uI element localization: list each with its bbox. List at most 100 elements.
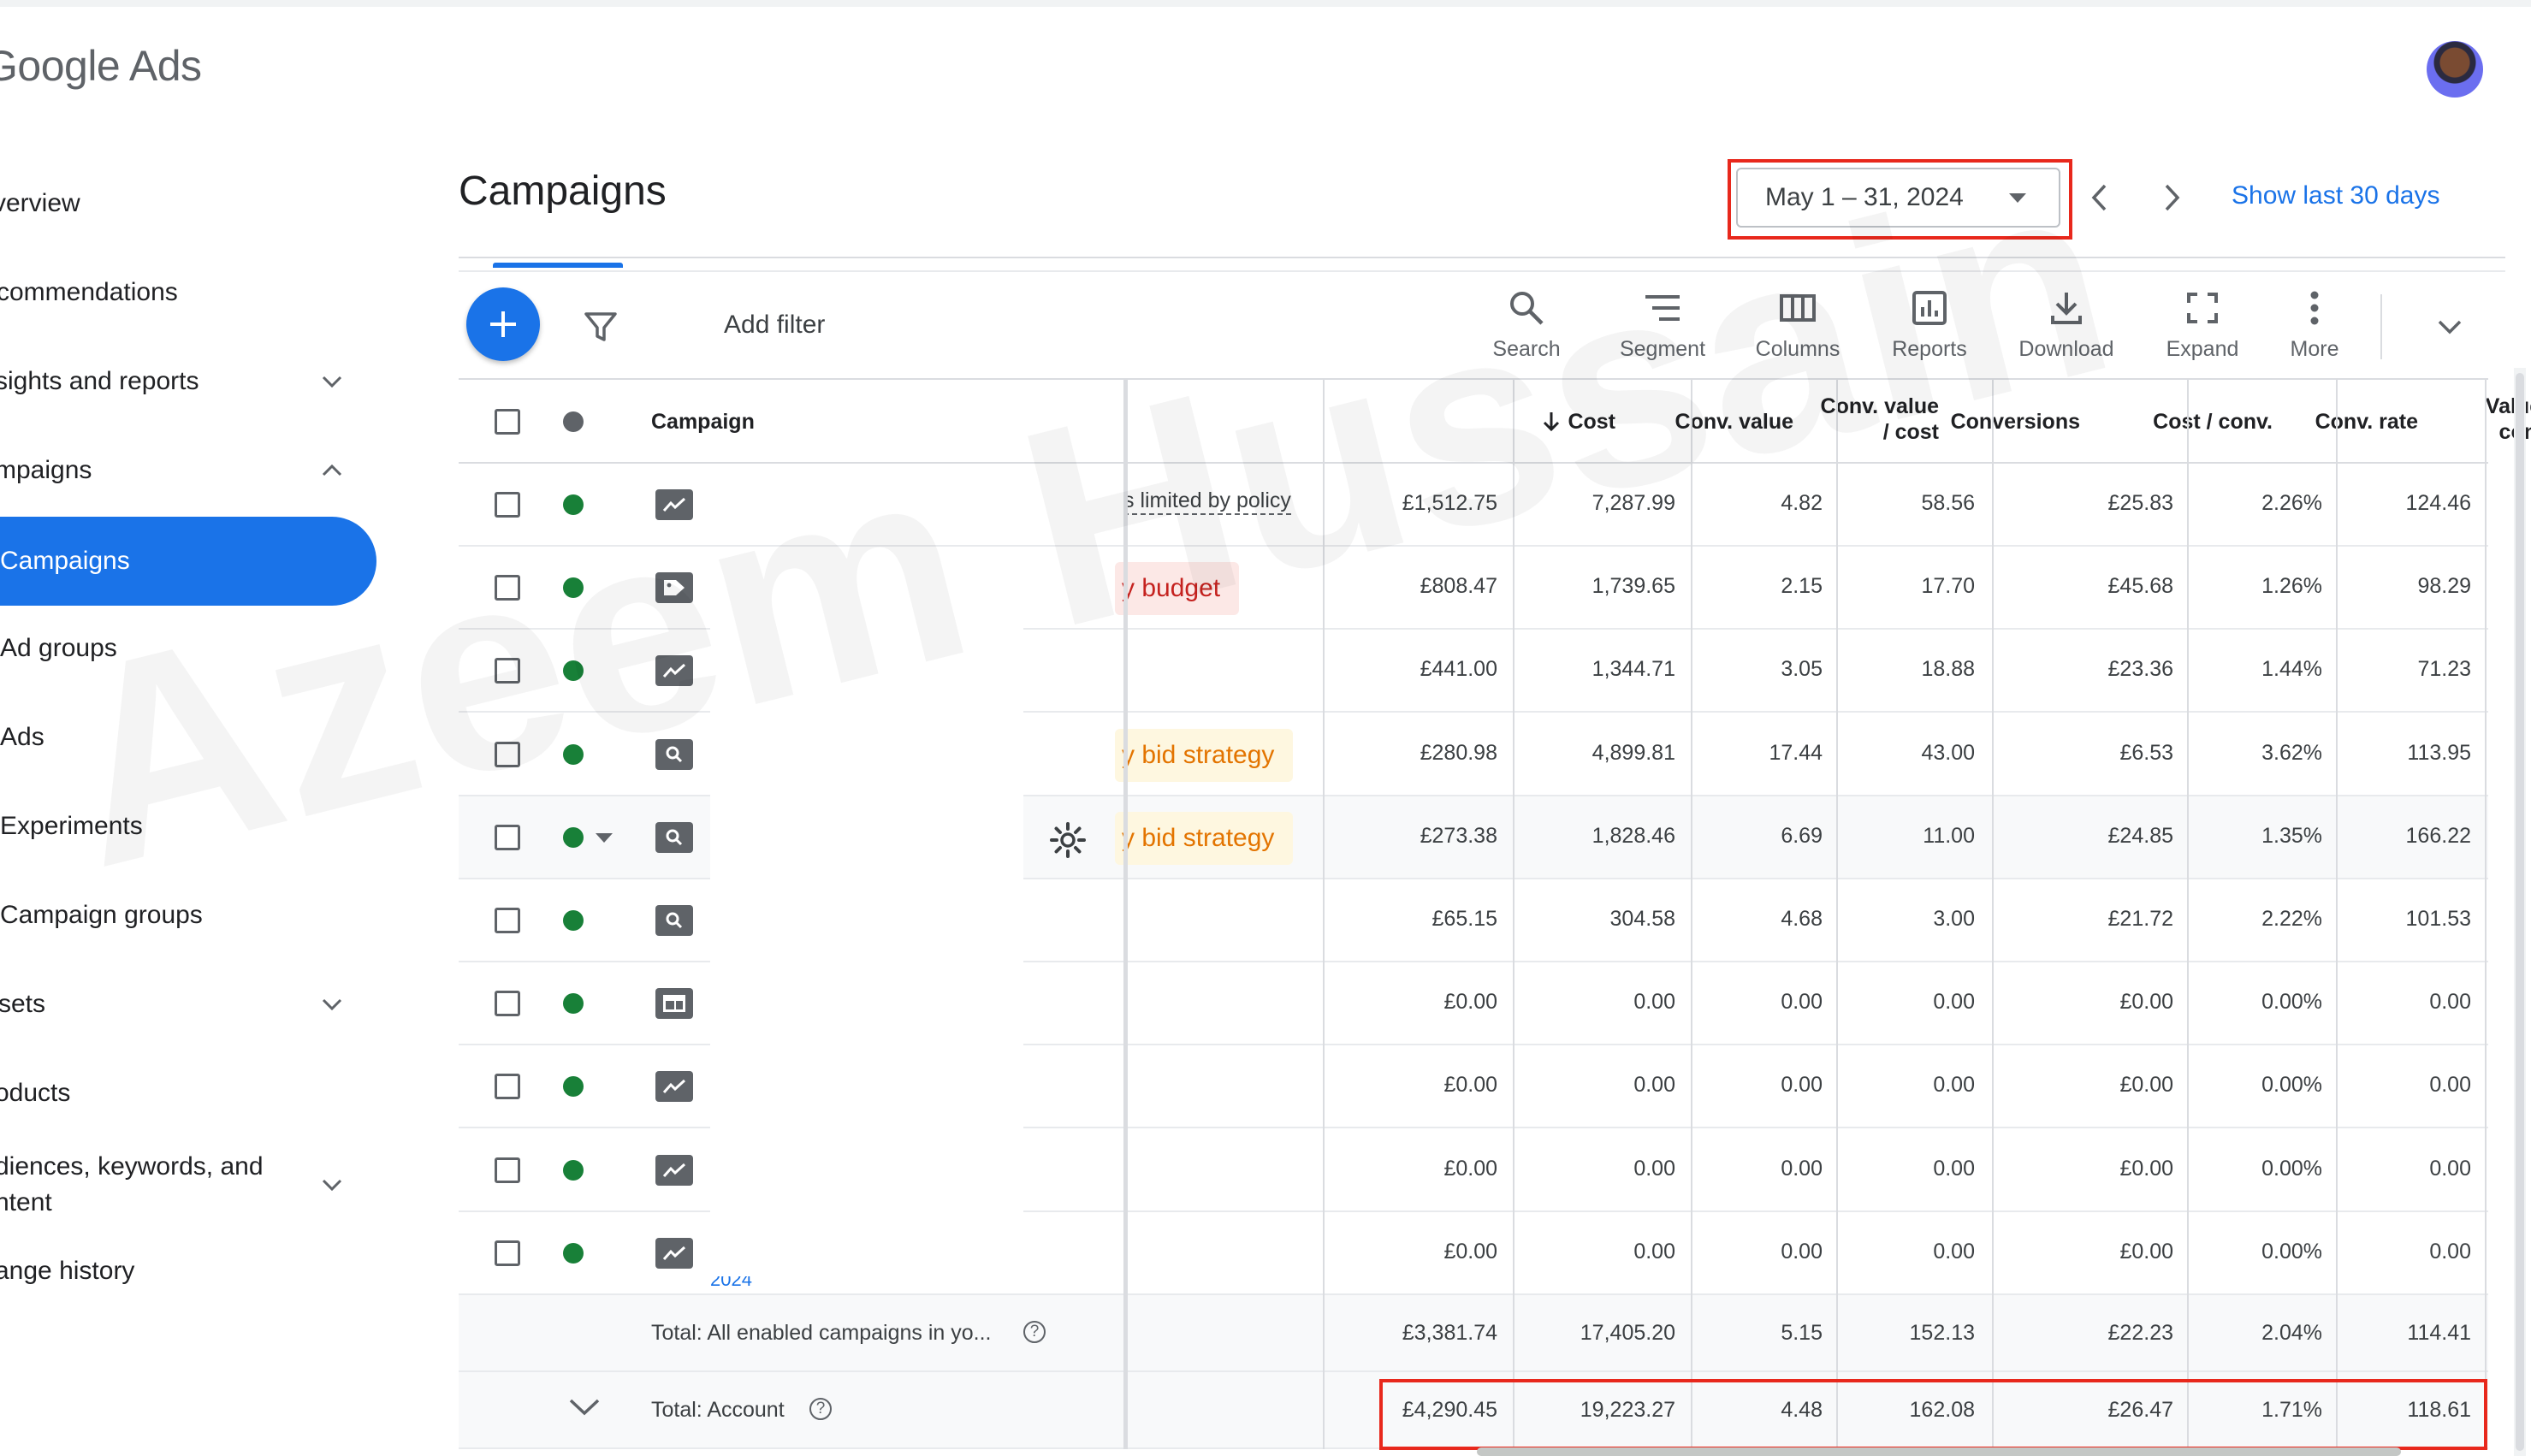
sidebar-item-label: verview — [0, 189, 80, 217]
sidebar-item-ads[interactable]: Ads — [0, 693, 376, 782]
limited-by-budget-chip[interactable]: y budget — [1115, 562, 1240, 616]
row-checkbox[interactable] — [495, 991, 520, 1017]
sidebar-item-assets[interactable]: sets — [0, 960, 376, 1049]
select-all-checkbox[interactable] — [495, 409, 520, 435]
sidebar-item-campaigns-group[interactable]: mpaigns — [0, 426, 376, 515]
cell-conversions: 0.00 — [1933, 1239, 1975, 1264]
chevron-up-icon[interactable] — [318, 457, 346, 484]
show-last-30-days-link[interactable]: Show last 30 days — [2232, 181, 2439, 210]
sidebar-item-ad-groups[interactable]: Ad groups — [0, 604, 376, 693]
search-campaign-icon — [655, 821, 693, 853]
sidebar-item-campaign-groups[interactable]: Campaign groups — [0, 871, 376, 960]
limited-by-bid-strategy-chip[interactable]: y bid strategy — [1115, 728, 1294, 782]
next-period-button[interactable] — [2153, 175, 2192, 221]
add-filter-input[interactable]: Add filter — [724, 311, 825, 340]
cell-value-conv: 0.00 — [2429, 1073, 2471, 1098]
enabled-status-icon[interactable] — [563, 993, 584, 1015]
download-tool-button[interactable]: Download — [2011, 287, 2122, 362]
settings-gear-icon[interactable] — [1049, 821, 1087, 859]
cell-value-conv: 0.00 — [2429, 990, 2471, 1015]
more-vert-icon — [2310, 291, 2319, 325]
row-expand-arrow-icon[interactable] — [596, 833, 613, 843]
column-divider — [1836, 378, 1838, 1449]
date-range-picker[interactable]: May 1 – 31, 2024 — [1736, 168, 2060, 228]
row-checkbox[interactable] — [495, 824, 520, 850]
enabled-status-icon[interactable] — [563, 743, 584, 765]
column-header-value-per-conv[interactable]: Value / conv. — [2384, 394, 2531, 445]
sidebar-item-overview[interactable]: verview — [0, 159, 376, 248]
row-checkbox[interactable] — [495, 908, 520, 933]
page-title: Campaigns — [459, 169, 667, 214]
reports-tool-button[interactable]: Reports — [1874, 287, 1985, 362]
more-tool-button[interactable]: More — [2259, 287, 2370, 362]
avatar[interactable] — [2427, 41, 2483, 98]
account-totals-highlight — [1379, 1379, 2487, 1450]
search-tool-button[interactable]: Search — [1471, 287, 1582, 362]
toolbar-separator — [2380, 294, 2382, 359]
columns-tool-button[interactable]: Columns — [1742, 287, 1853, 362]
tab-indicator — [493, 263, 623, 268]
tool-label: Columns — [1755, 337, 1840, 361]
enabled-status-icon[interactable] — [563, 910, 584, 931]
segment-tool-button[interactable]: Segment — [1607, 287, 1718, 362]
sidebar-item-insights-and-reports[interactable]: sights and reports — [0, 337, 376, 426]
sidebar-item-recommendations[interactable]: commendations — [0, 248, 376, 337]
new-campaign-button[interactable] — [466, 287, 540, 361]
help-icon[interactable]: ? — [1023, 1321, 1046, 1343]
collapse-toolbar-button[interactable] — [2428, 310, 2471, 344]
row-checkbox[interactable] — [495, 1157, 520, 1183]
help-icon[interactable]: ? — [809, 1398, 832, 1420]
sidebar-item-audiences-keywords-content[interactable]: diences, keywords, and ntent — [0, 1138, 376, 1232]
row-checkbox[interactable] — [495, 1074, 520, 1100]
table-header: Campaign Cost Conv. value Conv. value / … — [459, 378, 2531, 464]
row-checkbox[interactable] — [495, 1240, 520, 1266]
sidebar-item-label: Campaign groups — [0, 901, 203, 929]
cell-value-conv: 101.53 — [2405, 907, 2471, 931]
shopping-tag-icon — [655, 572, 693, 604]
cell-value-conv: 124.46 — [2405, 491, 2471, 515]
status-header-icon[interactable] — [563, 411, 584, 432]
tool-label: Download — [2018, 337, 2114, 361]
enabled-status-icon[interactable] — [563, 1159, 584, 1181]
enabled-status-icon[interactable] — [563, 494, 584, 515]
chevron-down-icon[interactable] — [318, 1171, 346, 1199]
cell-conversions: 0.00 — [1933, 1073, 1975, 1098]
sort-descending-icon — [1544, 412, 1560, 432]
column-header-campaign[interactable]: Campaign — [651, 409, 755, 435]
performance-max-icon — [655, 1154, 693, 1186]
vertical-scrollbar[interactable] — [2516, 373, 2524, 1451]
tool-label: More — [2290, 337, 2339, 361]
row-checkbox[interactable] — [495, 492, 520, 518]
filter-icon[interactable] — [582, 310, 619, 344]
limited-by-bid-strategy-chip[interactable]: y bid strategy — [1115, 811, 1294, 865]
sidebar-item-products[interactable]: oducts — [0, 1049, 376, 1138]
chevron-down-icon — [2438, 320, 2462, 334]
row-checkbox[interactable] — [495, 658, 520, 684]
chevron-down-icon[interactable] — [568, 1398, 601, 1421]
top-strip — [0, 0, 2531, 7]
sidebar-item-campaigns[interactable]: Campaigns — [0, 517, 376, 606]
enabled-status-icon[interactable] — [563, 1076, 584, 1098]
enabled-status-icon[interactable] — [563, 1242, 584, 1264]
expand-tool-button[interactable]: Expand — [2147, 287, 2258, 362]
cell-value-conv: 113.95 — [2407, 740, 2471, 765]
cell-value-conv: 98.29 — [2417, 574, 2471, 599]
column-header-cost-per-conv[interactable]: Cost / conv. — [2059, 409, 2273, 435]
enabled-status-icon[interactable] — [563, 577, 584, 599]
row-checkbox[interactable] — [495, 575, 520, 601]
column-header-conversions[interactable]: Conversions — [1811, 409, 2080, 435]
date-range-label: May 1 – 31, 2024 — [1765, 183, 1964, 211]
sidebar-item-change-history[interactable]: ange history — [0, 1227, 376, 1316]
sidebar-item-experiments[interactable]: Experiments — [0, 782, 376, 871]
enabled-status-icon[interactable] — [563, 826, 584, 848]
row-checkbox[interactable] — [495, 741, 520, 767]
chevron-down-icon[interactable] — [318, 368, 346, 395]
chevron-down-icon[interactable] — [318, 991, 346, 1018]
limited-by-policy-status[interactable]: s limited by policy — [1123, 488, 1291, 515]
enabled-status-icon[interactable] — [563, 660, 584, 682]
table-row[interactable]: s limited by policy £1,512.75 7,287.99 4.82… — [459, 464, 2488, 547]
sidebar-item-label: mpaigns — [0, 456, 92, 484]
horizontal-scrollbar[interactable] — [1477, 1447, 2401, 1456]
campaign-name-redaction — [710, 547, 1023, 1285]
previous-period-button[interactable] — [2079, 175, 2119, 221]
